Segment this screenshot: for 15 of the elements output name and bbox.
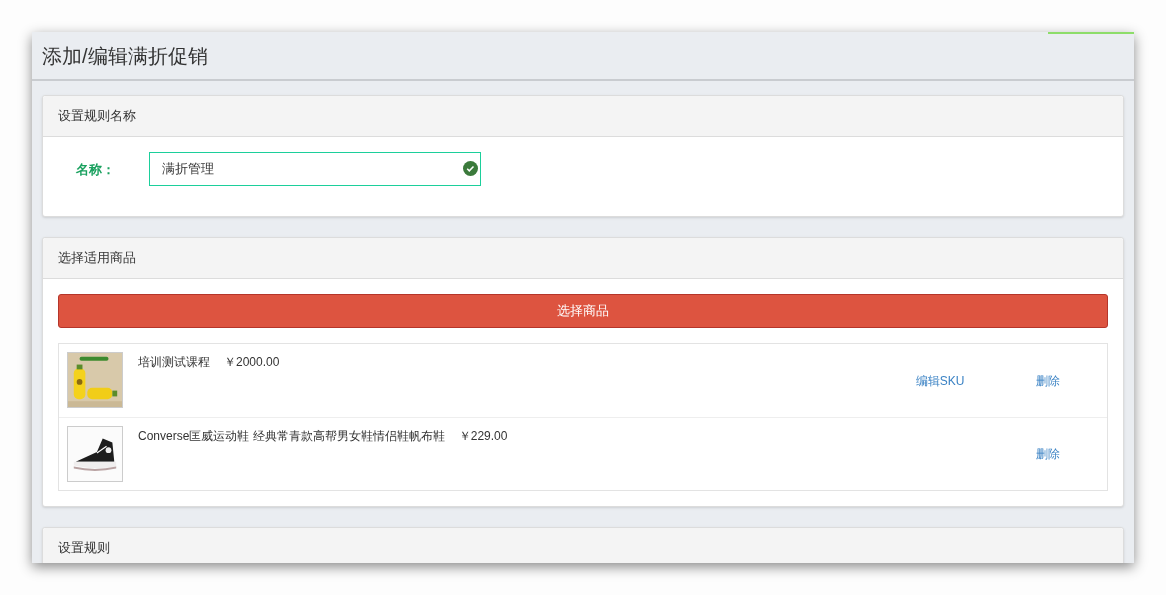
product-name: 培训测试课程 — [138, 354, 210, 371]
panel-title: 设置规则 — [58, 539, 110, 558]
window-title: 添加/编辑满折促销 — [42, 43, 208, 69]
panel-title: 选择适用商品 — [58, 249, 136, 268]
product-name: Converse匡威运动鞋 经典常青款高帮男女鞋情侣鞋帆布鞋 — [138, 428, 445, 445]
panel-title: 设置规则名称 — [58, 107, 136, 126]
select-goods-button[interactable]: 选择商品 — [58, 294, 1108, 328]
product-price: ￥2000.00 — [224, 354, 280, 371]
delete-link[interactable]: 删除 — [1036, 371, 1060, 390]
field-label: 名称： — [76, 161, 116, 179]
check-icon — [463, 161, 478, 176]
product-price: ￥229.00 — [458, 428, 508, 445]
delete-link[interactable]: 删除 — [1036, 445, 1060, 463]
edit-sku-link[interactable]: 编辑SKU — [915, 371, 965, 390]
name-field[interactable]: 满折管理 — [149, 152, 481, 186]
